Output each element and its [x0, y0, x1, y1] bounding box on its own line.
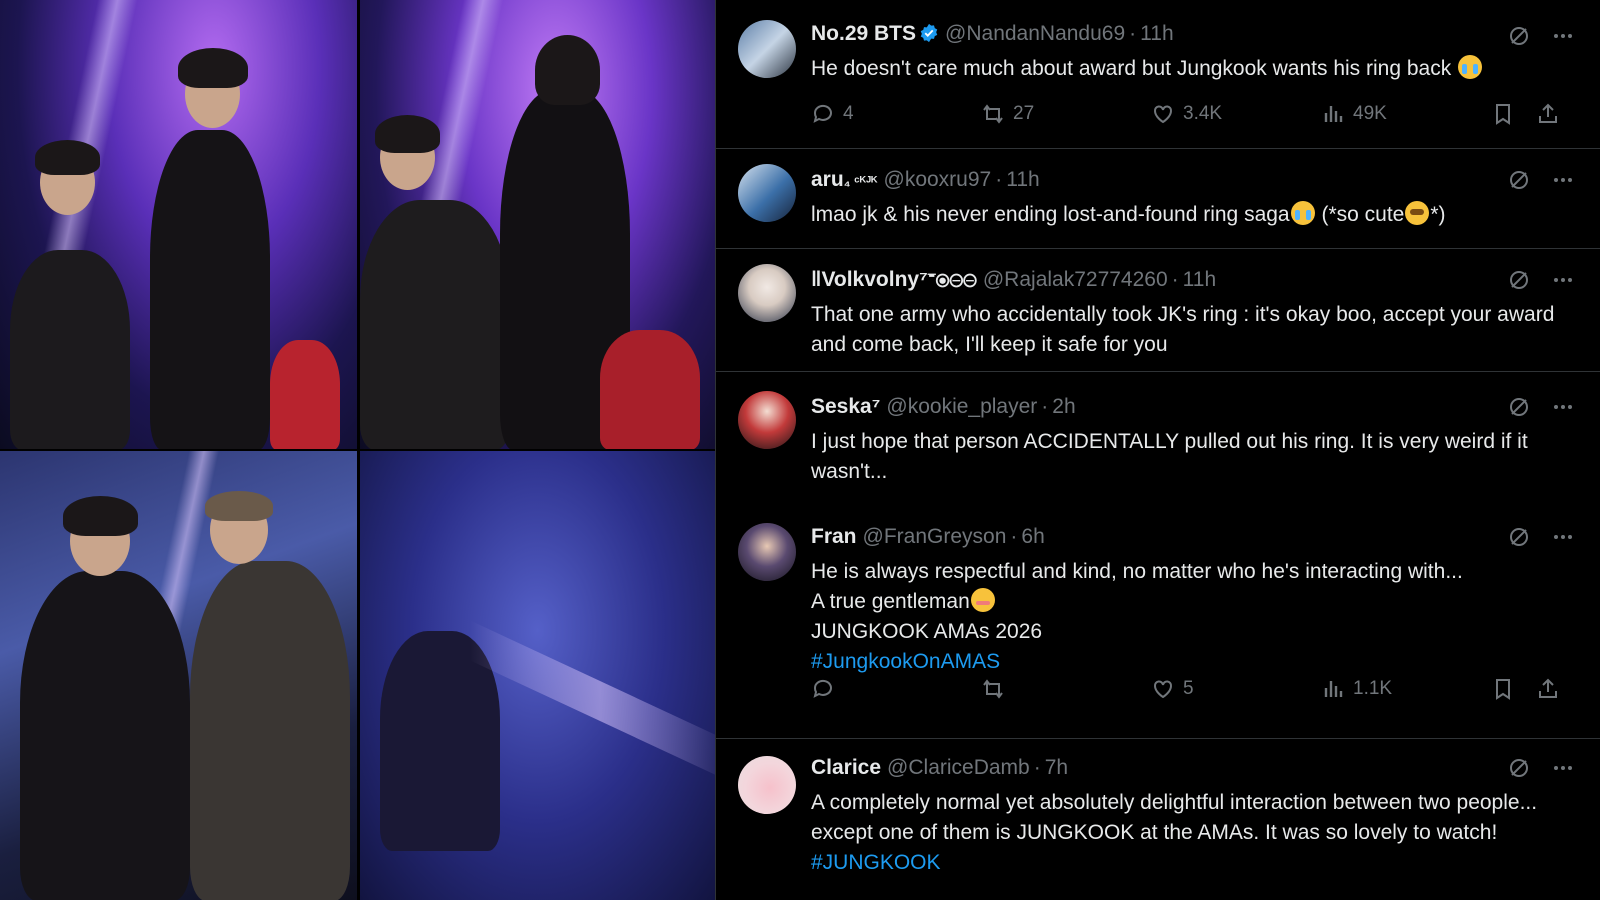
- retweet-button[interactable]: [981, 677, 1005, 701]
- tweet[interactable]: Clarice @ClariceDamb · 7h A completely norm…: [716, 738, 1600, 900]
- views-count: 1.1K: [1353, 678, 1393, 699]
- like-button[interactable]: 3.4K: [1151, 102, 1222, 126]
- photo-bottom-right[interactable]: [360, 451, 715, 900]
- smiling-face-icon: [970, 588, 995, 612]
- display-name[interactable]: No.29 BTS: [811, 22, 916, 45]
- more-icon[interactable]: [1551, 756, 1575, 780]
- loudly-crying-face-icon: [1290, 201, 1315, 225]
- reply-count: 4: [843, 103, 854, 124]
- timestamp[interactable]: 11h: [1183, 268, 1216, 291]
- tweet-text: I just hope that person ACCIDENTALLY pul…: [811, 430, 1528, 483]
- handle[interactable]: @ClariceDamb: [887, 756, 1030, 779]
- tweet-text: He is always respectful and kind, no mat…: [811, 560, 1463, 673]
- avatar[interactable]: [738, 20, 796, 78]
- hashtag-link[interactable]: #JungkookOnAMAS: [811, 650, 1000, 673]
- timestamp[interactable]: 7h: [1045, 756, 1068, 779]
- handle[interactable]: @kooxru97: [884, 168, 992, 191]
- reply-feed: No.29 BTS @NandanNandu69 · 11h He doesn't c…: [715, 0, 1600, 900]
- handle[interactable]: @FranGreyson: [863, 525, 1007, 548]
- avatar[interactable]: [738, 391, 796, 449]
- like-count: 5: [1183, 678, 1194, 699]
- display-name[interactable]: aru₄ ᶜᴷᴶᴷ: [811, 168, 878, 191]
- grok-icon[interactable]: [1507, 525, 1531, 549]
- tweet[interactable]: ‖Volkvolny⁷𝄻⦿⊝⊝ @Rajalak72774260 · 11h That…: [716, 248, 1600, 372]
- verified-badge-icon: [919, 23, 939, 43]
- grok-icon[interactable]: [1507, 756, 1531, 780]
- timestamp[interactable]: 11h: [1140, 22, 1173, 45]
- timestamp[interactable]: 11h: [1006, 168, 1039, 191]
- grok-icon[interactable]: [1507, 268, 1531, 292]
- like-button[interactable]: 5: [1151, 677, 1194, 701]
- avatar[interactable]: [738, 523, 796, 581]
- handle[interactable]: @kookie_player: [886, 395, 1037, 418]
- display-name[interactable]: Clarice: [811, 756, 881, 779]
- timestamp[interactable]: 6h: [1021, 525, 1044, 548]
- grok-icon[interactable]: [1507, 24, 1531, 48]
- tweet-text: lmao jk & his never ending lost-and-foun…: [811, 201, 1446, 226]
- photo-collage: [0, 0, 715, 900]
- views-button[interactable]: 49K: [1321, 102, 1387, 126]
- hashtag-link[interactable]: #JUNGKOOK: [811, 851, 941, 874]
- handle[interactable]: @Rajalak72774260: [983, 268, 1168, 291]
- more-icon[interactable]: [1551, 24, 1575, 48]
- grok-icon[interactable]: [1507, 395, 1531, 419]
- tweet[interactable]: aru₄ ᶜᴷᴶᴷ @kooxru97 · 11h lmao jk & his nev…: [716, 148, 1600, 249]
- bookmark-icon[interactable]: [1491, 102, 1515, 126]
- bookmark-icon[interactable]: [1491, 677, 1515, 701]
- retweet-count: 27: [1013, 103, 1035, 124]
- display-name[interactable]: ‖Volkvolny⁷𝄻⦿⊝⊝: [811, 268, 977, 291]
- avatar[interactable]: [738, 756, 796, 814]
- photo-top-left[interactable]: [0, 0, 357, 449]
- display-name[interactable]: Fran: [811, 525, 857, 548]
- more-icon[interactable]: [1551, 268, 1575, 292]
- photo-bottom-left[interactable]: [0, 451, 357, 900]
- photo-top-right[interactable]: [360, 0, 715, 449]
- tweet-text: He doesn't care much about award but Jun…: [811, 54, 1581, 84]
- tweet[interactable]: No.29 BTS @NandanNandu69 · 11h He doesn't c…: [716, 0, 1600, 149]
- loudly-crying-face-icon: [1458, 55, 1483, 79]
- handle[interactable]: @NandanNandu69: [945, 22, 1125, 45]
- tweet[interactable]: Fran @FranGreyson · 6h He is always respect…: [716, 505, 1600, 739]
- more-icon[interactable]: [1551, 168, 1575, 192]
- display-name[interactable]: Seska⁷: [811, 395, 880, 418]
- views-count: 49K: [1353, 103, 1387, 124]
- share-icon[interactable]: [1536, 677, 1560, 701]
- like-count: 3.4K: [1183, 103, 1223, 124]
- pleading-face-icon: [1405, 201, 1430, 225]
- timestamp[interactable]: 2h: [1052, 395, 1075, 418]
- more-icon[interactable]: [1551, 395, 1575, 419]
- avatar[interactable]: [738, 264, 796, 322]
- reply-button[interactable]: [811, 677, 835, 701]
- share-icon[interactable]: [1536, 102, 1560, 126]
- tweet-text: That one army who accidentally took JK's…: [811, 303, 1555, 356]
- tweet[interactable]: Seska⁷ @kookie_player · 2h I just hope that…: [716, 371, 1600, 505]
- grok-icon[interactable]: [1507, 168, 1531, 192]
- retweet-button[interactable]: 27: [981, 102, 1034, 126]
- reply-button[interactable]: 4: [811, 102, 854, 126]
- more-icon[interactable]: [1551, 525, 1575, 549]
- views-button[interactable]: 1.1K: [1321, 677, 1392, 701]
- avatar[interactable]: [738, 164, 796, 222]
- tweet-text: A completely normal yet absolutely delig…: [811, 791, 1538, 874]
